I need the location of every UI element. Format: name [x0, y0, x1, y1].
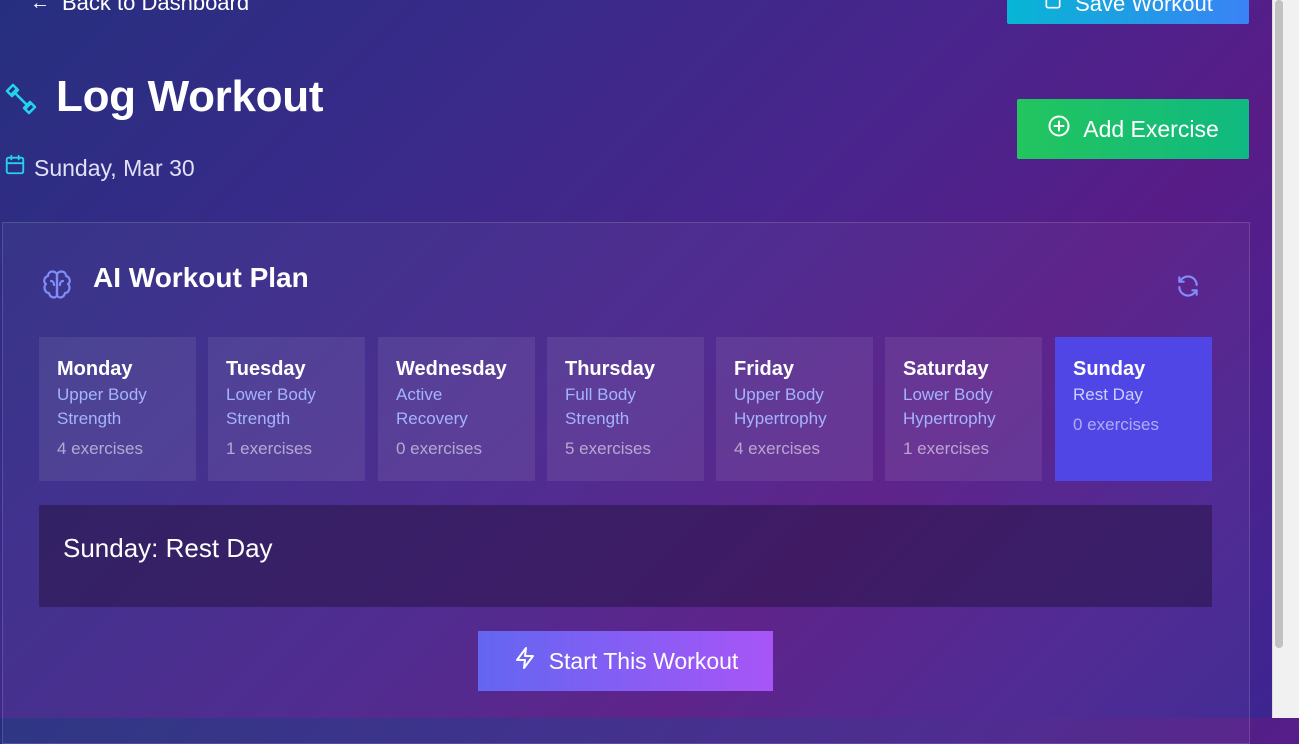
brain-icon	[39, 267, 75, 303]
day-plan-line: Rest Day	[1073, 385, 1143, 404]
refresh-icon[interactable]	[1175, 273, 1201, 299]
day-name: Wednesday	[396, 358, 507, 380]
day-plan: Upper Body Strength	[57, 383, 188, 431]
page-title: Log Workout	[56, 72, 324, 121]
day-plan-line: Strength	[57, 409, 122, 428]
calendar-icon	[4, 154, 26, 182]
day-name: Friday	[734, 358, 795, 380]
day-card-sunday[interactable]: Sunday Rest Day 0 exercises	[1055, 337, 1212, 481]
day-plan-line: Lower Body	[226, 385, 316, 404]
day-plan: Lower Body Strength	[226, 383, 357, 431]
day-name: Saturday	[903, 358, 989, 380]
save-workout-button[interactable]: Save Workout	[1007, 0, 1249, 24]
day-exercise-count: 4 exercises	[734, 439, 820, 458]
day-plan-line: Upper Body	[734, 385, 824, 404]
lightning-icon	[513, 646, 537, 676]
selected-day-title: Sunday: Rest Day	[63, 533, 273, 563]
day-plan-line: Active	[396, 385, 443, 404]
day-plan-line: Strength	[226, 409, 291, 428]
date-display: Sunday, Mar 30	[4, 154, 195, 182]
save-workout-label: Save Workout	[1075, 0, 1213, 16]
dumbbell-icon	[4, 82, 38, 116]
day-exercise-count: 0 exercises	[396, 439, 482, 458]
panel-title: AI Workout Plan	[93, 262, 309, 293]
day-exercise-count: 0 exercises	[1073, 415, 1159, 434]
arrow-left-icon: ←	[30, 0, 50, 14]
scrollbar-thumb[interactable]	[1275, 0, 1283, 648]
day-plan: Active Recovery	[396, 383, 527, 431]
day-exercise-count: 4 exercises	[57, 439, 143, 458]
day-plan-line: Hypertrophy	[734, 409, 827, 428]
day-plan-line: Strength	[565, 409, 630, 428]
day-plan-line: Lower Body	[903, 385, 993, 404]
day-plan: Upper Body Hypertrophy	[734, 383, 865, 431]
back-link-label: Back to Dashboard	[62, 0, 250, 15]
day-card-wednesday[interactable]: Wednesday Active Recovery 0 exercises	[378, 337, 535, 481]
day-card-monday[interactable]: Monday Upper Body Strength 4 exercises	[39, 337, 196, 481]
add-exercise-button[interactable]: Add Exercise	[1017, 99, 1249, 159]
day-plan-line: Hypertrophy	[903, 409, 996, 428]
day-plan: Full Body Strength	[565, 383, 696, 431]
day-card-tuesday[interactable]: Tuesday Lower Body Strength 1 exercises	[208, 337, 365, 481]
day-name: Tuesday	[226, 358, 306, 380]
plus-circle-icon	[1047, 114, 1071, 144]
date-label: Sunday, Mar 30	[34, 154, 195, 181]
back-to-dashboard-link[interactable]: ← Back to Dashboard	[30, 0, 249, 16]
day-plan-line: Recovery	[396, 409, 468, 428]
day-card-saturday[interactable]: Saturday Lower Body Hypertrophy 1 exerci…	[885, 337, 1042, 481]
save-icon	[1043, 0, 1063, 17]
day-exercise-count: 5 exercises	[565, 439, 651, 458]
day-plan: Lower Body Hypertrophy	[903, 383, 1034, 431]
day-plan: Rest Day	[1073, 383, 1204, 407]
start-workout-label: Start This Workout	[548, 647, 739, 674]
day-card-friday[interactable]: Friday Upper Body Hypertrophy 4 exercise…	[716, 337, 873, 481]
day-plan-line: Full Body	[565, 385, 636, 404]
start-workout-button[interactable]: Start This Workout	[478, 631, 773, 691]
day-plan-line: Upper Body	[57, 385, 147, 404]
day-name: Thursday	[565, 358, 656, 380]
day-name: Sunday	[1073, 358, 1146, 380]
day-name: Monday	[57, 358, 133, 380]
add-exercise-label: Add Exercise	[1083, 115, 1219, 142]
day-card-thursday[interactable]: Thursday Full Body Strength 5 exercises	[547, 337, 704, 481]
day-exercise-count: 1 exercises	[226, 439, 312, 458]
day-exercise-count: 1 exercises	[903, 439, 989, 458]
